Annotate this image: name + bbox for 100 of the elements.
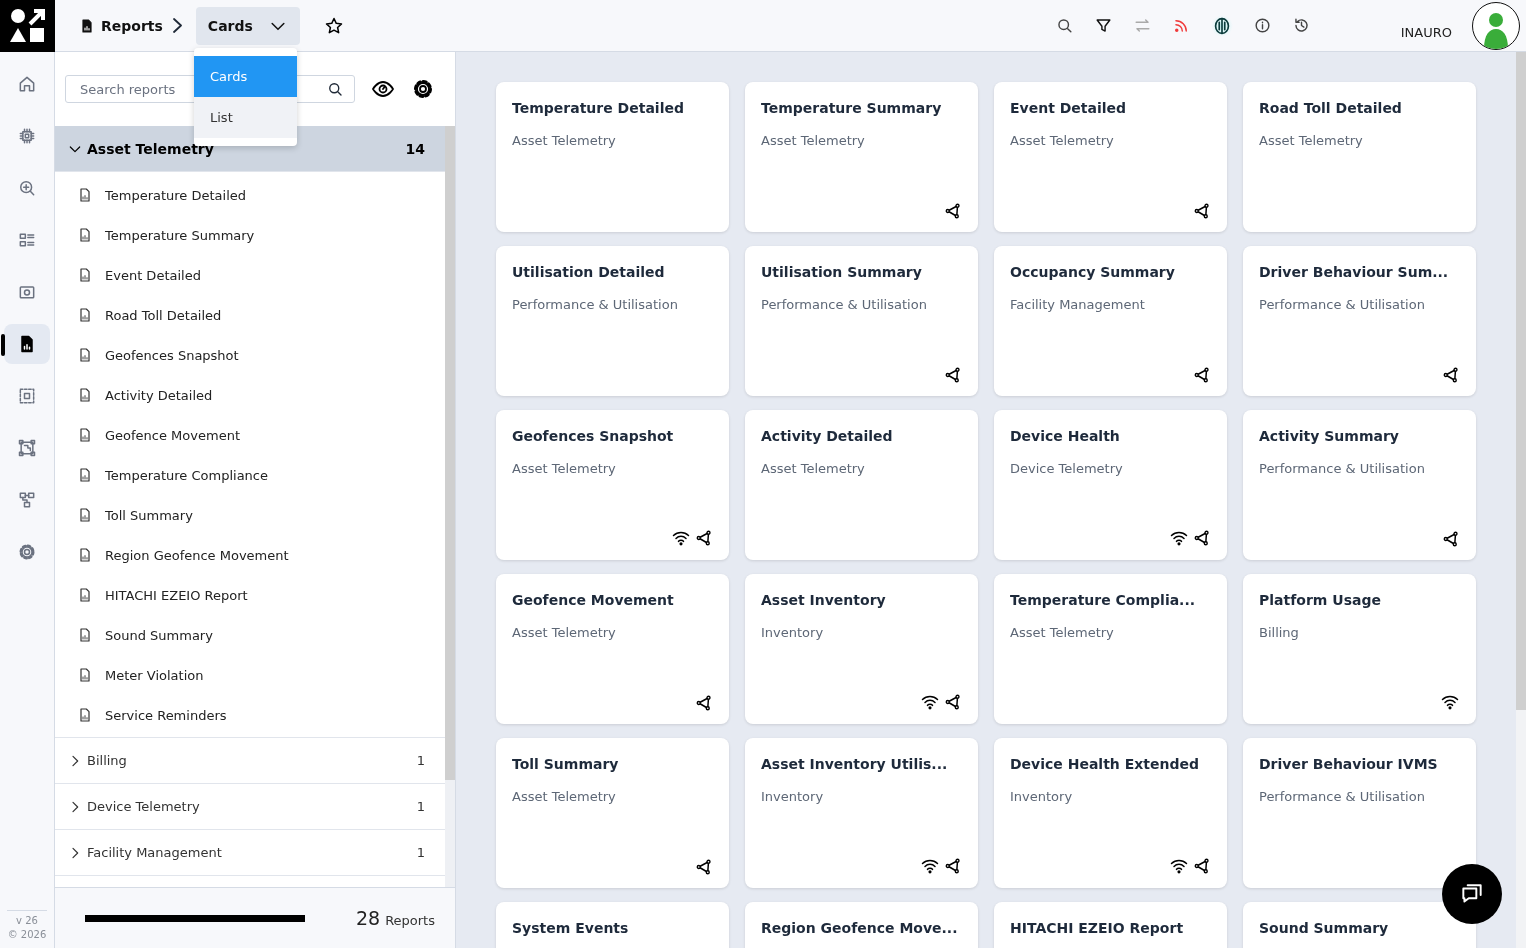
report-card[interactable]: Device Health Device Telemetry <box>994 410 1227 560</box>
card-title: Asset Inventory <box>761 591 887 609</box>
card-title: HITACHI EZEIO Report <box>1010 919 1185 937</box>
network-icon <box>1193 529 1211 547</box>
card-category: Asset Telemetry <box>512 133 617 148</box>
scrollbar-thumb[interactable] <box>445 126 455 780</box>
report-item[interactable]: Geofence Movement <box>105 427 240 443</box>
nav-item[interactable] <box>4 324 50 364</box>
zoom-icon <box>17 178 37 198</box>
report-card[interactable]: Utilisation Summary Performance & Utilisation <box>745 246 978 396</box>
report-card[interactable]: Occupancy Summary Facility Management <box>994 246 1227 396</box>
frame-icon <box>17 438 37 458</box>
favorite-button[interactable] <box>323 15 344 36</box>
group-header[interactable]: Billing 1 <box>55 738 445 784</box>
view-dropdown[interactable]: Cards <box>195 6 300 45</box>
report-card[interactable]: Geofence Movement Asset Telemetry <box>496 574 729 724</box>
report-card[interactable]: HITACHI EZEIO Report <box>994 902 1227 948</box>
network-icon <box>944 693 962 711</box>
report-item[interactable]: Temperature Compliance <box>105 467 268 483</box>
report-icon <box>79 17 95 34</box>
card-category: Performance & Utilisation <box>512 297 679 312</box>
menu-item[interactable]: List <box>194 97 297 138</box>
report-item[interactable]: Event Detailed <box>105 267 201 283</box>
report-item[interactable]: Service Reminders <box>105 707 227 723</box>
report-icon <box>77 187 93 203</box>
group-header[interactable]: Device Telemetry 1 <box>55 784 445 830</box>
card-category: Facility Management <box>1010 297 1146 312</box>
network-icon <box>695 529 713 547</box>
settings-icon <box>411 77 435 101</box>
card-category: Performance & Utilisation <box>761 297 928 312</box>
report-card[interactable]: Asset Inventory Inventory <box>745 574 978 724</box>
report-item[interactable]: Temperature Summary <box>105 227 255 243</box>
report-item[interactable]: Temperature Detailed <box>105 187 247 203</box>
settings-button[interactable] <box>411 77 435 101</box>
card-title: Event Detailed <box>1010 99 1128 117</box>
report-card[interactable]: Temperature Summary Asset Telemetry <box>745 82 978 232</box>
report-item[interactable]: Meter Violation <box>105 667 204 683</box>
report-card[interactable]: Sound Summary <box>1243 902 1476 948</box>
card-category: Billing <box>1259 625 1300 640</box>
report-icon <box>77 587 93 603</box>
avatar[interactable] <box>1472 2 1520 50</box>
copyright-label: © 2026 <box>7 929 47 940</box>
network-icon <box>695 858 713 876</box>
report-card[interactable]: Driver Behaviour IVMS Performance & Utilisation <box>1243 738 1476 888</box>
card-title: Driver Behaviour IVMS <box>1259 755 1439 773</box>
card-category: Performance & Utilisation <box>1259 789 1426 804</box>
card-title: System Events <box>512 919 630 937</box>
report-card[interactable]: Temperature Detailed Asset Telemetry <box>496 82 729 232</box>
card-title: Activity Summary <box>1259 427 1400 445</box>
card-category: Inventory <box>761 625 825 640</box>
home-icon <box>17 74 37 94</box>
report-item[interactable]: Sound Summary <box>105 627 213 643</box>
report-card[interactable]: Geofences Snapshot Asset Telemetry <box>496 410 729 560</box>
scrollbar-thumb[interactable] <box>1516 52 1526 710</box>
report-item[interactable]: Region Geofence Movement <box>105 547 289 563</box>
report-item[interactable]: Activity Detailed <box>105 387 213 403</box>
report-card[interactable]: Event Detailed Asset Telemetry <box>994 82 1227 232</box>
report-card[interactable]: Utilisation Detailed Performance & Utilisation <box>496 246 729 396</box>
report-icon <box>77 267 93 283</box>
report-card[interactable]: Region Geofence Move... <box>745 902 978 948</box>
report-item[interactable]: Geofences Snapshot <box>105 347 239 363</box>
version-label: v 26 <box>15 915 39 926</box>
report-card[interactable]: Toll Summary Asset Telemetry <box>496 738 729 888</box>
network-icon <box>944 202 962 220</box>
group-header[interactable]: Facility Management 1 <box>55 830 445 876</box>
card-category: Asset Telemetry <box>761 133 866 148</box>
settings-icon <box>17 542 37 562</box>
network-icon <box>944 366 962 384</box>
star-icon <box>323 15 344 36</box>
card-category: Asset Telemetry <box>1259 133 1364 148</box>
report-icon <box>77 707 93 723</box>
card-title: Utilisation Summary <box>761 263 923 281</box>
report-card[interactable]: Activity Detailed Asset Telemetry <box>745 410 978 560</box>
report-card[interactable]: Device Health Extended Inventory <box>994 738 1227 888</box>
report-card[interactable]: System Events <box>496 902 729 948</box>
card-category: Performance & Utilisation <box>1259 297 1426 312</box>
network-icon <box>944 857 962 875</box>
card-title: Road Toll Detailed <box>1259 99 1403 117</box>
report-item[interactable]: Toll Summary <box>105 507 193 523</box>
hierarchy-icon <box>17 490 37 510</box>
report-item[interactable]: HITACHI EZEIO Report <box>105 587 248 603</box>
select-icon <box>17 386 37 406</box>
report-card[interactable]: Road Toll Detailed Asset Telemetry <box>1243 82 1476 232</box>
report-count: 28 <box>355 907 381 929</box>
report-card[interactable]: Asset Inventory Utilis... Inventory <box>745 738 978 888</box>
network-icon <box>1442 366 1460 384</box>
breadcrumb-link[interactable]: Reports <box>101 17 163 34</box>
user-name: INAURO <box>1400 25 1452 40</box>
card-title: Device Health Extended <box>1010 755 1200 773</box>
report-icon <box>77 627 93 643</box>
report-card[interactable]: Temperature Complia... Asset Telemetry <box>994 574 1227 724</box>
report-card[interactable]: Activity Summary Performance & Utilisation <box>1243 410 1476 560</box>
report-card[interactable]: Platform Usage Billing <box>1243 574 1476 724</box>
card-title: Sound Summary <box>1259 919 1390 937</box>
card-title: Toll Summary <box>512 755 620 773</box>
network-icon <box>695 694 713 712</box>
report-item[interactable]: Road Toll Detailed <box>105 307 222 323</box>
card-category: Inventory <box>1010 789 1074 804</box>
report-card[interactable]: Driver Behaviour Sum... Performance & Utilisation <box>1243 246 1476 396</box>
list-icon <box>17 230 37 250</box>
